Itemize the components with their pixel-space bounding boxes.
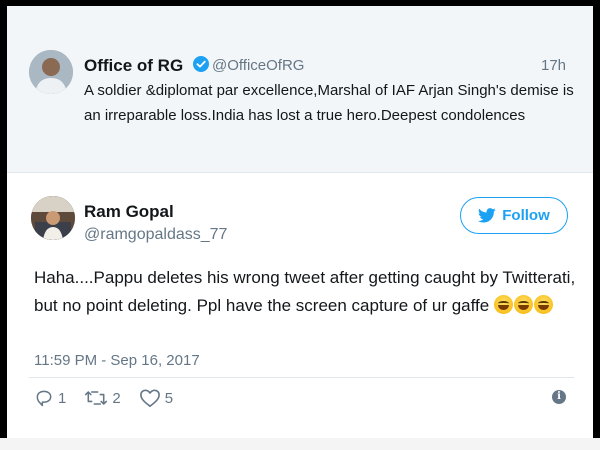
divider [29, 377, 574, 378]
author-avatar[interactable] [31, 196, 75, 240]
quoted-author-name[interactable]: Office of RG [84, 56, 183, 76]
twitter-bird-icon [478, 208, 496, 223]
quoted-tweet-text: A soldier &diplomat par excellence,Marsh… [84, 82, 574, 124]
retweet-count: 2 [112, 389, 121, 407]
reply-button[interactable]: 1 [34, 388, 66, 408]
reply-icon [36, 390, 52, 407]
tweet-actions: 1 2 5 [34, 386, 191, 410]
quoted-author-handle[interactable]: @OfficeOfRG [212, 57, 304, 74]
verified-badge-icon [193, 56, 209, 72]
reply-count: 1 [58, 389, 67, 407]
author-handle[interactable]: @ramgopaldass_77 [84, 226, 227, 244]
like-count: 5 [164, 389, 174, 407]
follow-button-label: Follow [502, 207, 550, 224]
quoted-tweet[interactable]: Office of RG @OfficeOfRG 17h A soldier &… [7, 6, 593, 173]
tweet-card: Office of RG @OfficeOfRG 17h A soldier &… [7, 6, 593, 438]
bottom-border [0, 438, 600, 450]
retweet-button[interactable]: 2 [84, 388, 121, 408]
quoted-avatar[interactable] [29, 50, 73, 94]
quoted-tweet-time[interactable]: 17h [541, 57, 566, 74]
joy-emoji-icon [513, 295, 533, 314]
like-button[interactable]: 5 [139, 388, 173, 408]
retweet-icon [85, 391, 108, 405]
tweet-timestamp[interactable]: 11:59 PM - Sep 16, 2017 [34, 352, 200, 369]
joy-emoji-icon [493, 295, 513, 314]
author-name[interactable]: Ram Gopal [84, 202, 174, 222]
info-icon[interactable]: i [552, 390, 566, 404]
tweet-text: Haha....Pappu deletes his wrong tweet af… [34, 264, 579, 320]
heart-icon [139, 389, 160, 407]
follow-button[interactable]: Follow [460, 197, 568, 234]
joy-emoji-icon [533, 295, 553, 314]
